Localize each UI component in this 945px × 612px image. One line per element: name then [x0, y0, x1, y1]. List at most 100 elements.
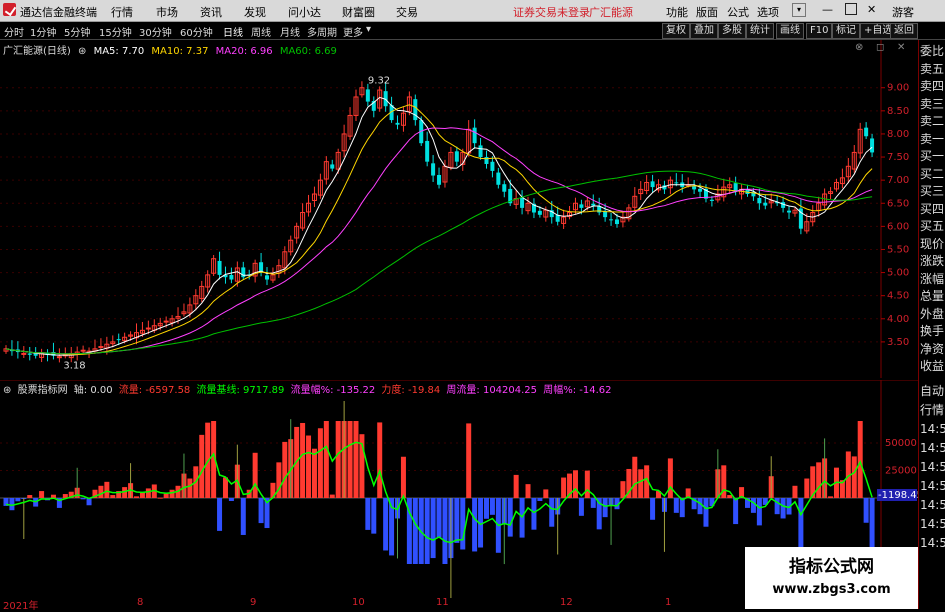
date-label-jan: 1 — [665, 597, 672, 608]
tick-time-4[interactable]: 14:5( — [920, 458, 945, 477]
tick-time-3[interactable]: 14:5( — [920, 439, 945, 458]
quote-label-8: 买三 — [920, 184, 945, 198]
period-monthly[interactable]: 月线 — [280, 24, 300, 39]
menu-item-zixun[interactable]: 资讯 — [200, 4, 222, 20]
candle-body — [217, 260, 222, 275]
flow-bar — [727, 495, 733, 498]
flow-bar — [460, 498, 466, 550]
candle-body — [145, 327, 151, 330]
menu-item-hangqing[interactable]: 行情 — [111, 4, 133, 20]
close-panel-icon[interactable]: ✕ — [897, 42, 905, 53]
indicator-legend: ⊛ 股票指标网 轴: 0.00 流量: -6597.58 流量基线: 9717.… — [3, 381, 615, 396]
window-close-icon[interactable]: ✕ — [867, 3, 876, 16]
tool-tongji[interactable]: 统计 — [746, 23, 774, 39]
candle-body — [454, 151, 459, 162]
flow-bar — [329, 494, 335, 498]
window-maximize-icon[interactable] — [845, 3, 857, 15]
settings-icon[interactable]: ⊛ — [78, 46, 86, 57]
price-tick-label: 4.00 — [887, 314, 909, 325]
flow-bar — [371, 498, 377, 534]
collapse-icon[interactable]: ⊗ — [855, 42, 863, 53]
candle-body — [431, 163, 436, 176]
period-daily[interactable]: 日线 — [223, 24, 243, 39]
candle-body — [870, 138, 875, 153]
period-5min[interactable]: 5分钟 — [64, 24, 90, 39]
indicator-settings-icon[interactable]: ⊛ — [3, 385, 11, 396]
candle-body — [579, 204, 584, 208]
period-1min[interactable]: 1分钟 — [30, 24, 56, 39]
tick-time-7[interactable]: 14:5( — [920, 515, 945, 534]
menu-item-gongshi[interactable]: 公式 — [727, 4, 749, 20]
week-pct-value: 周幅%: -14.62 — [543, 385, 612, 396]
tool-fanhui[interactable]: 返回 — [890, 23, 918, 39]
period-more[interactable]: 更多 — [343, 24, 363, 39]
menu-item-shichang[interactable]: 市场 — [156, 4, 178, 20]
flow-bar — [424, 498, 430, 564]
candle-body — [650, 181, 655, 188]
flow-bar — [549, 498, 555, 527]
menu-item-banmian[interactable]: 版面 — [696, 4, 718, 20]
period-weekly[interactable]: 周线 — [251, 24, 271, 39]
candle-body — [709, 199, 714, 201]
menu-item-caifuquan[interactable]: 财富圈 — [342, 4, 375, 20]
tool-diejia[interactable]: 叠加 — [690, 23, 718, 39]
candle-body — [763, 202, 768, 206]
flow-bar — [543, 489, 549, 498]
candle-body — [478, 145, 483, 158]
login-warning[interactable]: 证券交易未登录 — [513, 4, 590, 20]
tool-huaxian[interactable]: 画线 — [776, 23, 804, 39]
menu-item-wenxiaoda[interactable]: 问小达 — [288, 4, 321, 20]
candle-body — [537, 210, 542, 215]
quote-button[interactable]: 行情 — [920, 401, 945, 420]
tick-time-8[interactable]: 14:5( — [920, 534, 945, 553]
candle-body — [502, 184, 507, 192]
ma5-label: MA5: 7.70 — [93, 46, 145, 57]
menu-item-faxian[interactable]: 发现 — [244, 4, 266, 20]
candle-body — [614, 219, 619, 225]
tool-biaoji[interactable]: 标记 — [832, 23, 860, 39]
axis-value: 轴: 0.00 — [73, 385, 113, 396]
window-minimize-icon[interactable]: — — [822, 3, 833, 16]
flow-bar — [217, 498, 223, 531]
guest-label[interactable]: 游客 — [892, 4, 914, 20]
price-tick-label: 3.50 — [887, 337, 909, 348]
flow-bar — [667, 458, 673, 498]
minimize-menu-icon[interactable]: ▾ — [792, 3, 806, 17]
flow-bar — [507, 498, 513, 537]
auto-button[interactable]: 自动 — [920, 382, 945, 401]
indicator-title: 股票指标网 — [17, 385, 68, 396]
flow-bar — [300, 422, 306, 498]
flow-bar — [572, 470, 578, 498]
tool-fuquan[interactable]: 复权 — [662, 23, 690, 39]
period-fenshi[interactable]: 分时 — [4, 24, 24, 39]
flow-bar — [252, 452, 258, 498]
flow-bar — [9, 498, 15, 511]
flow-bar — [157, 497, 163, 499]
flow-bar — [110, 495, 116, 498]
quote-label-17: 净资 — [920, 341, 945, 356]
price-tick-label: 4.50 — [887, 291, 909, 302]
flow-bar — [311, 448, 317, 498]
period-60min[interactable]: 60分钟 — [180, 24, 213, 39]
menu-item-xuanxiang[interactable]: 选项 — [757, 4, 779, 20]
tool-duogu[interactable]: 多股 — [718, 23, 746, 39]
expand-icon[interactable]: ◻ — [876, 42, 884, 53]
price-chart[interactable]: 9.00 8.50 8.00 7.50 7.00 6.50 6.00 5.50 5.00 4.50… — [0, 40, 918, 378]
tool-f10[interactable]: F10 — [806, 23, 833, 39]
flow-bar — [620, 481, 626, 498]
candle-body — [395, 122, 400, 125]
tick-time-5[interactable]: 14:5( — [920, 477, 945, 496]
period-multi[interactable]: 多周期 — [307, 24, 337, 39]
menu-item-gongneng[interactable]: 功能 — [666, 4, 688, 20]
period-15min[interactable]: 15分钟 — [99, 24, 132, 39]
candle-body — [330, 164, 335, 169]
ma60-line — [5, 170, 873, 355]
candle-body — [520, 197, 525, 208]
flow-bar — [537, 498, 543, 501]
more-dropdown-icon[interactable]: ▾ — [366, 24, 371, 35]
tick-time-6[interactable]: 14:5( — [920, 496, 945, 515]
period-30min[interactable]: 30分钟 — [139, 24, 172, 39]
tick-time-2[interactable]: 14:5( — [920, 420, 945, 439]
candle-body — [591, 203, 596, 206]
menu-item-jiaoyi[interactable]: 交易 — [396, 4, 418, 20]
